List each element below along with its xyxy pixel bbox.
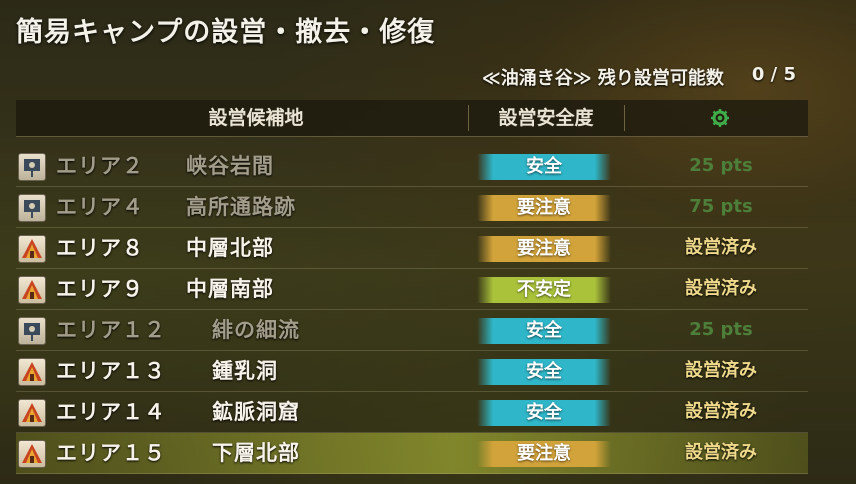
- place-name: 峡谷岩間: [186, 154, 274, 178]
- place-name: 鉱脈洞窟: [212, 400, 300, 424]
- built-status: 設営済み: [685, 237, 757, 258]
- tent-icon: [18, 399, 46, 427]
- table-row[interactable]: エリア４ 高所通路跡 要注意 75 pts: [16, 187, 808, 228]
- table-row[interactable]: エリア１５ 下層北部 要注意 設営済み: [16, 433, 808, 474]
- remaining-label: ≪油涌き谷≫ 残り設営可能数: [481, 68, 724, 89]
- table-row[interactable]: エリア１３ 鍾乳洞 安全 設営済み: [16, 351, 808, 392]
- area-name: エリア１２: [56, 318, 166, 342]
- area-name: エリア１５: [56, 441, 166, 465]
- tent-icon: [18, 235, 46, 263]
- safety-badge: 安全: [477, 359, 611, 385]
- page-title: 簡易キャンプの設営・撤去・修復: [16, 17, 436, 48]
- points-cost: 25 pts: [689, 155, 753, 176]
- safety-badge: 安全: [477, 400, 611, 426]
- built-status: 設営済み: [685, 442, 757, 463]
- area-name: エリア２: [56, 154, 144, 178]
- safety-column-header: 設営安全度: [498, 107, 594, 129]
- tent-icon: [18, 276, 46, 304]
- table-row[interactable]: エリア９ 中層南部 不安定 設営済み: [16, 269, 808, 310]
- area-name: エリア９: [56, 277, 144, 301]
- safety-badge: 不安定: [477, 277, 611, 303]
- place-name: 中層南部: [186, 277, 274, 301]
- area-name: エリア１４: [56, 400, 166, 424]
- remaining-camps: ≪油涌き谷≫ 残り設営可能数 0 / 5: [482, 64, 796, 90]
- place-name: 鍾乳洞: [212, 359, 278, 383]
- tent-icon: [18, 358, 46, 386]
- safety-badge: 安全: [477, 154, 611, 180]
- table-row[interactable]: エリア１４ 鉱脈洞窟 安全 設営済み: [16, 392, 808, 433]
- remaining-count: 0 / 5: [751, 64, 796, 85]
- area-name: エリア１３: [56, 359, 166, 383]
- tent-icon: [18, 440, 46, 468]
- site-column-header: 設営候補地: [208, 107, 304, 129]
- built-status: 設営済み: [685, 278, 757, 299]
- place-name: 緋の細流: [212, 318, 300, 342]
- place-name: 下層北部: [212, 441, 300, 465]
- place-name: 中層北部: [186, 236, 274, 260]
- points-cost: 75 pts: [689, 196, 753, 217]
- table-header: 設営候補地 設営安全度: [16, 100, 808, 137]
- place-name: 高所通路跡: [186, 195, 296, 219]
- safety-badge: 要注意: [477, 441, 611, 467]
- built-status: 設営済み: [685, 401, 757, 422]
- table-row[interactable]: エリア２ 峡谷岩間 安全 25 pts: [16, 146, 808, 187]
- built-status: 設営済み: [685, 360, 757, 381]
- header-divider: [624, 105, 625, 131]
- points-cost: 25 pts: [689, 319, 753, 340]
- table-row[interactable]: エリア１２ 緋の細流 安全 25 pts: [16, 310, 808, 351]
- area-name: エリア４: [56, 195, 144, 219]
- flag-icon: [18, 153, 46, 181]
- safety-badge: 要注意: [477, 236, 611, 262]
- safety-badge: 要注意: [477, 195, 611, 221]
- flag-icon: [18, 194, 46, 222]
- table-row[interactable]: エリア８ 中層北部 要注意 設営済み: [16, 228, 808, 269]
- flag-icon: [18, 317, 46, 345]
- gear-icon: [711, 109, 729, 127]
- area-name: エリア８: [56, 236, 144, 260]
- safety-badge: 安全: [477, 318, 611, 344]
